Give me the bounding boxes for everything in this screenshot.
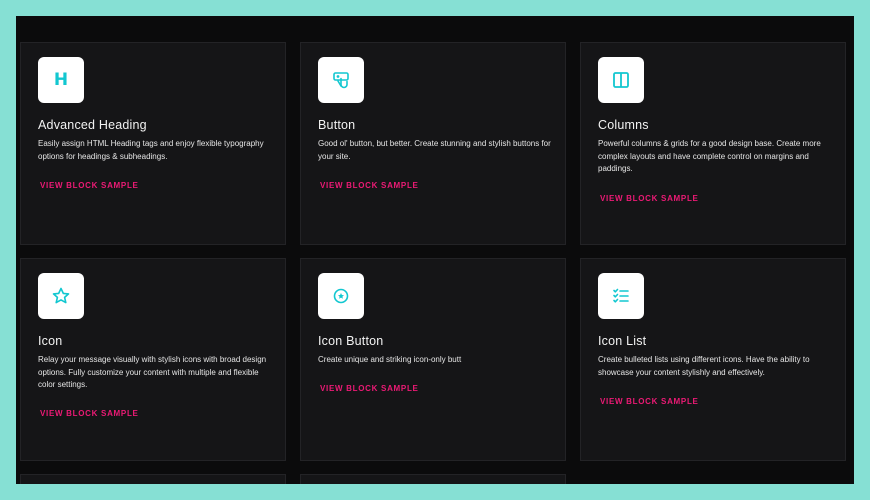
card-description: Relay your message visually with stylish… bbox=[38, 355, 267, 390]
card-advanced-heading: H Advanced Heading Easily assign HTML He… bbox=[20, 42, 286, 245]
card-title: Icon bbox=[38, 334, 63, 348]
card-columns: Columns Powerful columns & grids for a g… bbox=[580, 42, 846, 245]
view-block-sample-link[interactable]: VIEW BLOCK SAMPLE bbox=[320, 181, 419, 190]
card-description: Create bulleted lists using different ic… bbox=[598, 355, 810, 377]
card-partial bbox=[300, 474, 566, 484]
heading-icon: H bbox=[38, 57, 84, 103]
card-title: Columns bbox=[598, 118, 649, 132]
card-description: Good ol' button, but better. Create stun… bbox=[318, 139, 551, 161]
view-block-sample-link[interactable]: VIEW BLOCK SAMPLE bbox=[600, 194, 699, 203]
button-icon bbox=[318, 57, 364, 103]
card-button: Button Good ol' button, but better. Crea… bbox=[300, 42, 566, 245]
card-title: Icon List bbox=[598, 334, 647, 348]
icon-button-icon bbox=[318, 273, 364, 319]
card-partial bbox=[20, 474, 286, 484]
card-title: Advanced Heading bbox=[38, 118, 147, 132]
checklist-icon bbox=[598, 273, 644, 319]
card-title: Icon Button bbox=[318, 334, 384, 348]
card-icon-button: Icon Button Create unique and striking i… bbox=[300, 258, 566, 461]
view-block-sample-link[interactable]: VIEW BLOCK SAMPLE bbox=[320, 384, 419, 393]
card-icon: Icon Relay your message visually with st… bbox=[20, 258, 286, 461]
card-icon-list: Icon List Create bulleted lists using di… bbox=[580, 258, 846, 461]
view-block-sample-link[interactable]: VIEW BLOCK SAMPLE bbox=[40, 409, 139, 418]
columns-icon bbox=[598, 57, 644, 103]
star-icon bbox=[38, 273, 84, 319]
card-title: Button bbox=[318, 118, 356, 132]
view-block-sample-link[interactable]: VIEW BLOCK SAMPLE bbox=[40, 181, 139, 190]
view-block-sample-link[interactable]: VIEW BLOCK SAMPLE bbox=[600, 397, 699, 406]
card-description: Easily assign HTML Heading tags and enjo… bbox=[38, 139, 264, 161]
card-description: Powerful columns & grids for a good desi… bbox=[598, 139, 821, 174]
card-description: Create unique and striking icon-only but… bbox=[318, 355, 462, 364]
blocks-grid: H Advanced Heading Easily assign HTML He… bbox=[16, 16, 854, 484]
